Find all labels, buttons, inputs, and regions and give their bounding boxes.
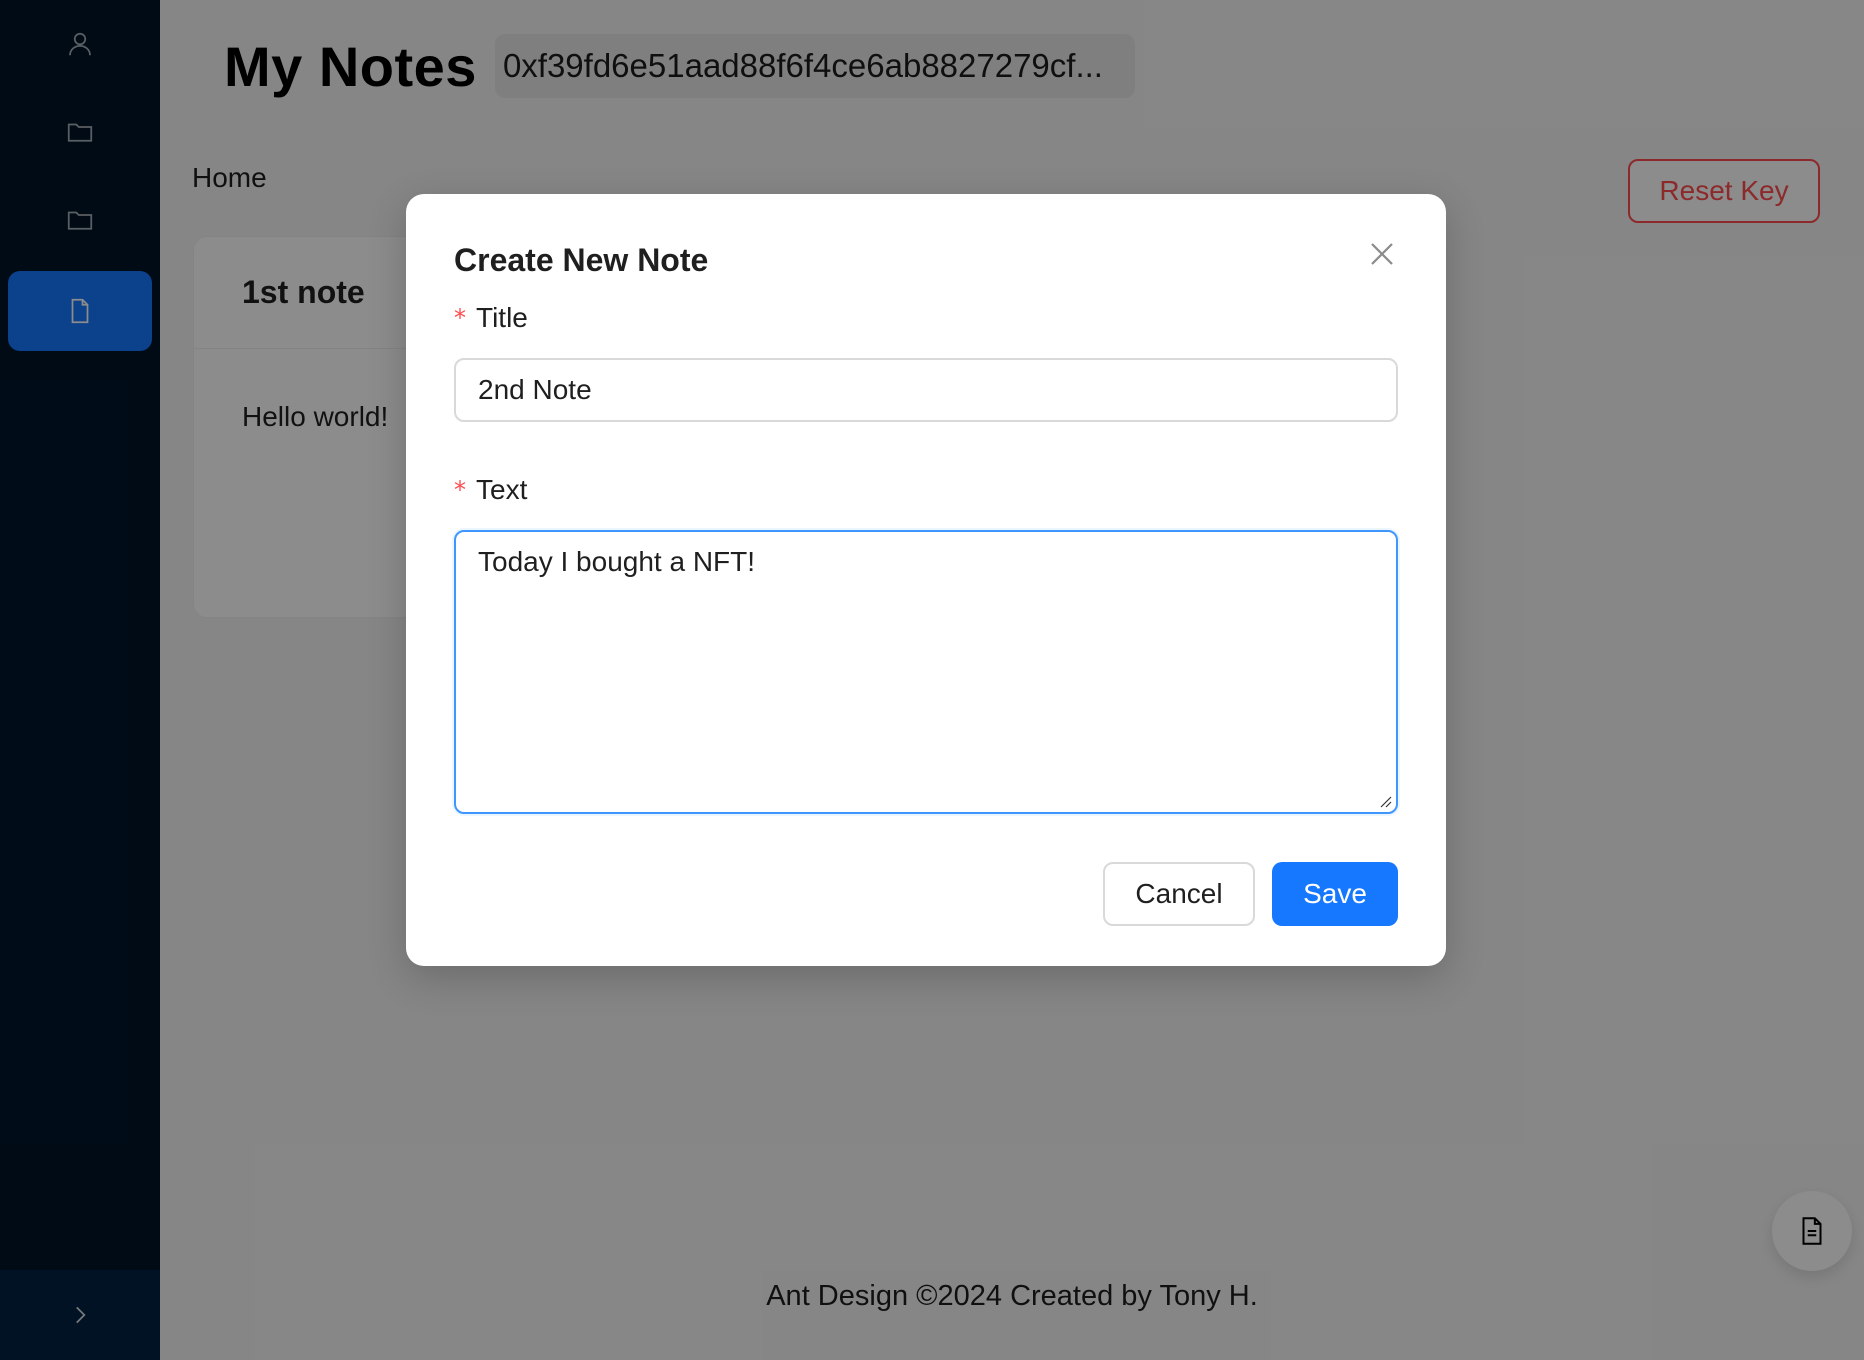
cancel-button[interactable]: Cancel <box>1103 862 1255 926</box>
save-button[interactable]: Save <box>1272 862 1398 926</box>
create-note-modal: Create New Note * Title 2nd Note * Text … <box>406 194 1446 966</box>
resize-handle-icon[interactable] <box>1378 794 1392 808</box>
text-field-label: * Text <box>454 474 527 506</box>
close-icon <box>1371 243 1393 265</box>
text-textarea[interactable]: Today I bought a NFT! <box>454 530 1398 814</box>
modal-close-button[interactable] <box>1362 234 1402 274</box>
title-label-text: Title <box>476 302 528 333</box>
title-input[interactable]: 2nd Note <box>454 358 1398 422</box>
modal-title: Create New Note <box>454 242 709 278</box>
text-label-text: Text <box>476 474 528 505</box>
required-mark: * <box>454 476 466 504</box>
textarea-value: Today I bought a NFT! <box>478 546 756 577</box>
title-field-label: * Title <box>454 302 528 334</box>
required-mark: * <box>454 304 466 332</box>
